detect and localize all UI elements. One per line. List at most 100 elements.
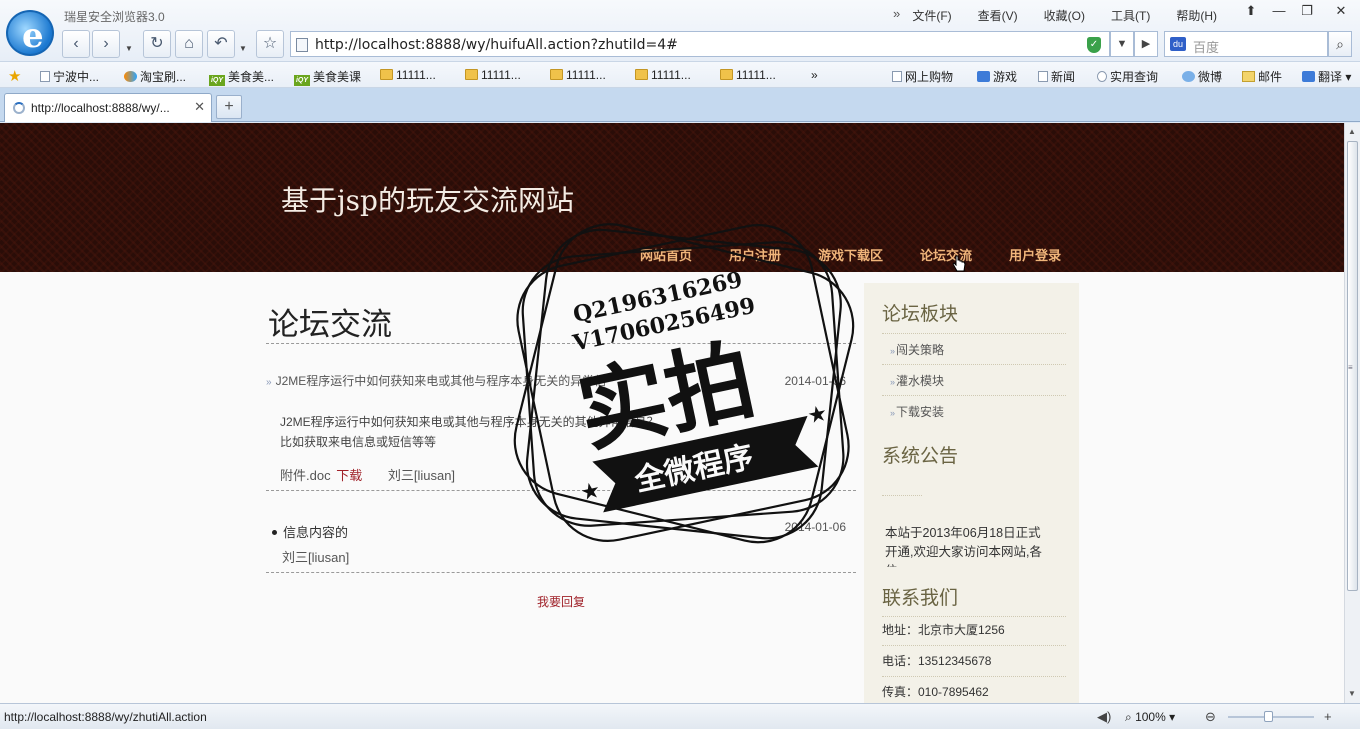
favorite-star-icon[interactable]: ☆ (256, 30, 284, 58)
address-bar[interactable]: http://localhost:8888/wy/huifuAll.action… (290, 31, 1110, 57)
reply-button[interactable]: 我要回复 (537, 593, 585, 610)
favorite-item[interactable]: 淘宝刷... (124, 68, 186, 85)
scroll-up-icon[interactable]: ▲ (1348, 127, 1356, 136)
quicklink-label: 游戏 (993, 70, 1018, 84)
forward-dropdown-icon[interactable]: ▼ (125, 44, 133, 53)
main-content: 论坛交流 » J2ME程序运行中如何获知来电或其他与程序本身无关的异常信 2014… (266, 272, 858, 703)
folder-icon (465, 69, 478, 80)
quicklink-item[interactable]: 游戏 (977, 68, 1017, 85)
zoom-in-icon[interactable]: + (1324, 709, 1332, 724)
quicklink-label: 邮件 (1258, 70, 1283, 84)
site-nav: 网站首页 用户注册 游戏下载区 论坛交流 用户登录 (640, 245, 1098, 264)
weibo-icon (1182, 71, 1195, 82)
folder-icon (550, 69, 563, 80)
quicklink-item[interactable]: 翻译 ▾ (1302, 68, 1351, 85)
reply-item: 信息内容的 (272, 522, 348, 541)
minimize-icon[interactable]: — (1268, 3, 1290, 21)
title-bar: e 瑞星安全浏览器3.0 » 文件(F) 查看(V) 收藏(O) 工具(T) 帮… (0, 0, 1360, 62)
address-dropdown-icon[interactable]: ▼ (1110, 31, 1134, 57)
favorite-folder[interactable]: 11111... (635, 68, 691, 82)
zoom-level[interactable]: ⌕ 100% ▾ (1125, 710, 1175, 725)
favorite-label: 宁波中... (53, 70, 100, 84)
menu-help[interactable]: 帮助(H) (1163, 7, 1230, 24)
favorites-more-icon[interactable]: » (811, 68, 818, 82)
quicklink-item[interactable]: 实用查询 (1097, 68, 1158, 85)
board-label: 灌水模块 (896, 374, 945, 388)
quicklink-item[interactable]: 邮件 (1242, 68, 1282, 85)
quicklink-item[interactable]: 微博 (1182, 68, 1222, 85)
download-link[interactable]: 下载 (336, 468, 362, 483)
nav-game-download[interactable]: 游戏下载区 (818, 245, 883, 264)
zoom-out-icon[interactable]: ⊖ (1205, 709, 1216, 725)
favorite-item[interactable]: iQY 美食美... (209, 68, 274, 86)
address-url[interactable]: http://localhost:8888/wy/huifuAll.action… (315, 37, 678, 53)
favorite-folder[interactable]: 11111... (720, 68, 776, 82)
app-title: 瑞星安全浏览器3.0 (64, 10, 165, 24)
undo-dropdown-icon[interactable]: ▼ (239, 44, 247, 53)
favorite-folder[interactable]: 11111... (380, 68, 436, 82)
tab-title: http://localhost:8888/wy/... (31, 101, 170, 115)
favorite-folder[interactable]: 11111... (550, 68, 606, 82)
hand-cursor-icon (952, 255, 966, 272)
menu-favorites[interactable]: 收藏(O) (1031, 7, 1098, 24)
status-bar: http://localhost:8888/wy/zhutiAll.action… (0, 703, 1360, 729)
attachment-row: 附件.doc 下载 刘三[liusan] (280, 465, 455, 484)
menu-file[interactable]: 文件(F) (899, 7, 964, 24)
post-title[interactable]: » J2ME程序运行中如何获知来电或其他与程序本身无关的异常信 (266, 372, 606, 389)
menu-view[interactable]: 查看(V) (965, 7, 1031, 24)
boards-heading: 论坛板块 (882, 303, 959, 325)
sound-icon[interactable]: ◀) (1097, 709, 1111, 725)
favorite-folder[interactable]: 11111... (465, 68, 521, 82)
divider (882, 333, 1066, 334)
page-viewport: 基于jsp的玩友交流网站 网站首页 用户注册 游戏下载区 论坛交流 用户登录 论… (0, 123, 1344, 703)
skin-icon[interactable]: ⬆ (1240, 3, 1262, 21)
contact-fax: 传真：010-7895462 (882, 685, 989, 699)
tab-active[interactable]: http://localhost:8888/wy/... ✕ (4, 93, 212, 122)
favorites-star-icon[interactable]: ★ (8, 67, 21, 85)
vertical-scrollbar[interactable]: ▲ ≡ ▼ (1344, 123, 1360, 703)
quicklink-label: 实用查询 (1110, 70, 1159, 84)
news-icon (1038, 71, 1048, 82)
quicklink-label: 新闻 (1051, 70, 1076, 84)
reply-date: 2014-01-06 (784, 520, 846, 534)
search-engine-icon[interactable]: du (1170, 37, 1186, 51)
nav-home[interactable]: 网站首页 (640, 245, 692, 264)
taobao-icon (124, 71, 137, 82)
tab-close-icon[interactable]: ✕ (194, 99, 205, 115)
menu-tools[interactable]: 工具(T) (1098, 7, 1163, 24)
home-icon[interactable]: ⌂ (175, 30, 203, 58)
iqiyi-icon: iQY (209, 75, 225, 86)
scroll-down-icon[interactable]: ▼ (1348, 689, 1356, 698)
notice-text: 本站于2013年06月18日正式开通,欢迎大家访问本网站,各位 (885, 526, 1042, 567)
site-title: 基于jsp的玩友交流网站 (281, 184, 574, 217)
back-icon[interactable]: ‹ (62, 30, 90, 58)
board-link[interactable]: »下载安装 (890, 403, 944, 420)
search-icon[interactable]: ⌕ (1328, 31, 1352, 57)
search-box[interactable]: du 百度 (1164, 31, 1328, 57)
undo-close-icon[interactable]: ↶ (207, 30, 235, 58)
bullet-icon: » (266, 377, 272, 388)
favorite-label: 淘宝刷... (140, 70, 187, 84)
favorite-label: 11111... (481, 68, 521, 82)
nav-register[interactable]: 用户注册 (729, 245, 781, 264)
refresh-icon[interactable]: ↻ (143, 30, 171, 58)
board-link[interactable]: »闯关策略 (890, 341, 944, 358)
bullet-icon (272, 530, 277, 535)
close-icon[interactable]: ✕ (1330, 3, 1352, 21)
go-icon[interactable]: ▶ (1134, 31, 1158, 57)
board-link[interactable]: »灌水模块 (890, 372, 944, 389)
new-tab-icon[interactable]: + (216, 95, 242, 119)
quicklink-item[interactable]: 网上购物 (892, 68, 953, 85)
nav-login[interactable]: 用户登录 (1009, 245, 1061, 264)
post-body-line: J2ME程序运行中如何获知来电或其他与程序本身无关的其他异常信息？ (280, 415, 659, 429)
favorite-item[interactable]: iQY 美食美课 (294, 68, 361, 86)
quicklink-item[interactable]: 新闻 (1038, 68, 1075, 85)
divider (882, 495, 922, 496)
favorite-item[interactable]: 宁波中... (40, 68, 99, 85)
zoom-slider-knob[interactable] (1264, 711, 1273, 722)
post-body: J2ME程序运行中如何获知来电或其他与程序本身无关的其他异常信息？ 比如获取来电… (280, 412, 659, 452)
forward-icon[interactable]: › (92, 30, 120, 58)
restore-icon[interactable]: ❐ (1296, 3, 1318, 21)
security-shield-icon[interactable]: ✓ (1087, 37, 1101, 53)
folder-icon (380, 69, 393, 80)
